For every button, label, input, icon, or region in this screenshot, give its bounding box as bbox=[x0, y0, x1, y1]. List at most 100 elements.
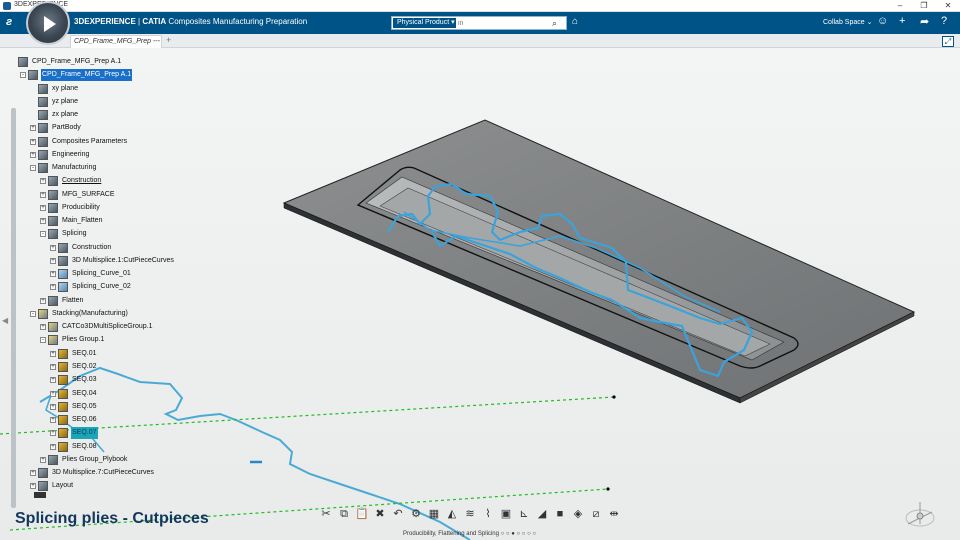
tree-node-label: CATCo3DMultiSpliceGroup.1 bbox=[62, 323, 153, 331]
feature-icon bbox=[38, 123, 48, 134]
expand-node-icon[interactable]: + bbox=[30, 138, 36, 145]
seq-icon bbox=[58, 375, 68, 386]
expand-node-icon[interactable]: + bbox=[50, 390, 56, 397]
delete-tool-button[interactable]: ✖ bbox=[372, 506, 388, 522]
expand-node-icon[interactable]: + bbox=[40, 191, 46, 198]
add-tab-icon[interactable]: + bbox=[166, 35, 171, 45]
expand-node-icon[interactable]: + bbox=[50, 284, 56, 291]
collapse-node-icon[interactable]: - bbox=[30, 165, 36, 172]
expand-node-icon[interactable]: + bbox=[30, 125, 36, 132]
search-scope-label: Physical Product bbox=[397, 19, 450, 26]
tree-node-label: Plies Group_Plybook bbox=[62, 455, 128, 463]
expand-node-icon[interactable]: + bbox=[30, 483, 36, 490]
expand-node-icon[interactable]: + bbox=[50, 377, 56, 384]
expand-node-icon[interactable]: + bbox=[50, 430, 56, 437]
expand-node-icon[interactable]: + bbox=[50, 363, 56, 370]
expand-node-icon[interactable]: + bbox=[50, 244, 56, 251]
close-icon[interactable]: ✕ bbox=[936, 0, 960, 12]
tree-node-label: zx plane bbox=[52, 111, 79, 119]
expand-node-icon[interactable]: + bbox=[30, 151, 36, 158]
search-bar[interactable]: Physical Product ▾ ⌕ bbox=[391, 16, 567, 30]
ply-icon bbox=[48, 322, 58, 333]
feature-icon bbox=[38, 163, 48, 174]
paste-tool-button[interactable]: 📋 bbox=[354, 506, 370, 522]
compass-icon[interactable] bbox=[26, 1, 70, 45]
share-icon[interactable]: ➦ bbox=[920, 15, 929, 28]
expand-node-icon[interactable]: + bbox=[50, 417, 56, 424]
splice-tool-button[interactable]: ≋ bbox=[462, 506, 478, 522]
grid-tool-button[interactable]: ▦ bbox=[426, 506, 442, 522]
expand-node-icon[interactable]: + bbox=[50, 257, 56, 264]
expand-node-icon[interactable]: + bbox=[50, 403, 56, 410]
axis-tool-button[interactable]: ⊾ bbox=[516, 506, 532, 522]
minimize-icon[interactable]: – bbox=[888, 0, 912, 12]
cut-tool-button[interactable]: ✂ bbox=[318, 506, 334, 522]
help-icon[interactable]: ? bbox=[941, 15, 947, 27]
split-tool-button[interactable]: ⇹ bbox=[606, 506, 622, 522]
video-caption: Splicing plies - Cutpieces bbox=[15, 510, 209, 527]
collapse-node-icon[interactable]: - bbox=[20, 72, 26, 79]
seq-icon bbox=[58, 428, 68, 439]
tree-node-label: yz plane bbox=[52, 97, 79, 105]
add-icon[interactable]: + bbox=[899, 15, 905, 27]
tree-node-label: xy plane bbox=[52, 84, 79, 92]
tag-icon[interactable]: ⌂ bbox=[572, 16, 578, 27]
ply-tool-button[interactable]: ◢ bbox=[534, 506, 550, 522]
expand-node-icon[interactable]: + bbox=[50, 271, 56, 278]
expand-node-icon[interactable]: + bbox=[40, 297, 46, 304]
expand-node-icon[interactable]: + bbox=[50, 443, 56, 450]
tab-cpd-frame[interactable]: CPD_Frame_MFG_Prep --- bbox=[70, 35, 162, 48]
feature-icon bbox=[48, 176, 58, 187]
layer-tool-button[interactable]: ◈ bbox=[570, 506, 586, 522]
copy-tool-button[interactable]: ⧉ bbox=[336, 506, 352, 522]
tab-bar: CPD_Frame_MFG_Prep --- + bbox=[0, 34, 960, 48]
collab-space-dropdown[interactable]: Collab Space ⌄ bbox=[823, 18, 872, 26]
undo-tool-button[interactable]: ↶ bbox=[390, 506, 406, 522]
tree-node-label: Splicing_Curve_02 bbox=[72, 283, 131, 291]
search-input[interactable] bbox=[458, 18, 548, 28]
feature-icon bbox=[38, 83, 48, 94]
curve-tool-button[interactable]: ⌇ bbox=[480, 506, 496, 522]
expand-node-icon[interactable]: + bbox=[50, 350, 56, 357]
tree-node-label: Stacking(Manufacturing) bbox=[52, 309, 128, 317]
expand-node-icon[interactable]: + bbox=[40, 456, 46, 463]
seq-icon bbox=[58, 361, 68, 372]
curve-icon bbox=[58, 269, 68, 280]
collapse-node-icon[interactable]: - bbox=[30, 310, 36, 317]
user-icon[interactable]: ☺ bbox=[877, 15, 888, 27]
feature-icon bbox=[38, 110, 48, 121]
expand-node-icon[interactable]: + bbox=[40, 204, 46, 211]
ply-tool-icon: ◢ bbox=[537, 508, 547, 520]
split-tool-icon: ⇹ bbox=[609, 508, 619, 520]
layer-tool-icon: ◈ bbox=[573, 508, 583, 520]
tree-node-label: 3D Multisplice.1:CutPieceCurves bbox=[72, 256, 174, 264]
tree-node-label: CPD_Frame_MFG_Prep A.1 bbox=[32, 58, 122, 65]
flatten-tool-button[interactable]: ◭ bbox=[444, 506, 460, 522]
feature-icon bbox=[48, 216, 58, 227]
stop-tool-button[interactable]: ■ bbox=[552, 506, 568, 522]
search-icon[interactable]: ⌕ bbox=[552, 18, 557, 28]
expand-icon[interactable]: ⤢ bbox=[942, 36, 954, 47]
feature-icon bbox=[58, 242, 68, 253]
tree-node-label: 3D Multisplice.7:CutPieceCurves bbox=[52, 469, 154, 477]
collapse-node-icon[interactable]: - bbox=[40, 337, 46, 344]
expand-node-icon[interactable]: + bbox=[40, 218, 46, 225]
orientation-compass-icon[interactable] bbox=[902, 498, 938, 534]
panel-collapse-icon[interactable]: ◀ bbox=[2, 316, 8, 325]
3d-viewport[interactable]: CPD_Frame_MFG_Prep A.1- CPD_Frame_MFG_Pre… bbox=[0, 48, 960, 540]
expand-node-icon[interactable]: + bbox=[40, 324, 46, 331]
collapse-node-icon[interactable]: - bbox=[40, 231, 46, 238]
expand-node-icon[interactable]: + bbox=[40, 178, 46, 185]
expand-node-icon[interactable]: + bbox=[30, 470, 36, 477]
edit-tool-button[interactable]: ⧄ bbox=[588, 506, 604, 522]
maximize-icon[interactable]: ❐ bbox=[912, 0, 936, 12]
delete-tool-icon: ✖ bbox=[375, 508, 385, 520]
settings-tool-button[interactable]: ⚙ bbox=[408, 506, 424, 522]
search-scope-dropdown[interactable]: Physical Product ▾ bbox=[393, 18, 456, 28]
copy-tool-icon: ⧉ bbox=[340, 508, 348, 520]
ds-logo-icon[interactable]: ƨ bbox=[6, 16, 12, 28]
surface-tool-button[interactable]: ▣ bbox=[498, 506, 514, 522]
tree-node-label: SEQ.02 bbox=[72, 362, 97, 370]
tree-scrollbar[interactable] bbox=[11, 108, 16, 508]
feature-icon bbox=[58, 255, 68, 266]
